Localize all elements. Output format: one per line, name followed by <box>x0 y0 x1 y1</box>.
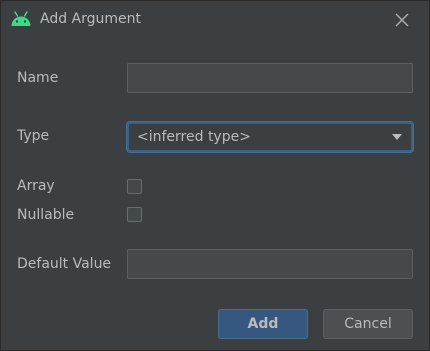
type-label: Type <box>17 128 50 144</box>
chevron-down-icon <box>392 134 402 140</box>
dialog-title: Add Argument <box>40 11 142 27</box>
type-dropdown[interactable]: <inferred type> <box>127 122 413 152</box>
nullable-checkbox[interactable] <box>127 207 142 222</box>
close-icon[interactable] <box>390 8 414 32</box>
array-checkbox[interactable] <box>127 179 142 194</box>
add-argument-dialog: Add Argument Name Type <inferred type> A… <box>0 0 430 351</box>
type-dropdown-value: <inferred type> <box>137 129 251 145</box>
name-label: Name <box>17 70 59 86</box>
add-button[interactable]: Add <box>218 309 308 339</box>
cancel-button[interactable]: Cancel <box>323 309 413 339</box>
default-value-label: Default Value <box>17 256 112 272</box>
default-value-input[interactable] <box>127 249 413 279</box>
name-input[interactable] <box>127 63 413 93</box>
nullable-label: Nullable <box>17 207 75 223</box>
title-bar: Add Argument <box>1 1 429 39</box>
android-icon <box>11 11 31 26</box>
array-label: Array <box>17 178 55 194</box>
